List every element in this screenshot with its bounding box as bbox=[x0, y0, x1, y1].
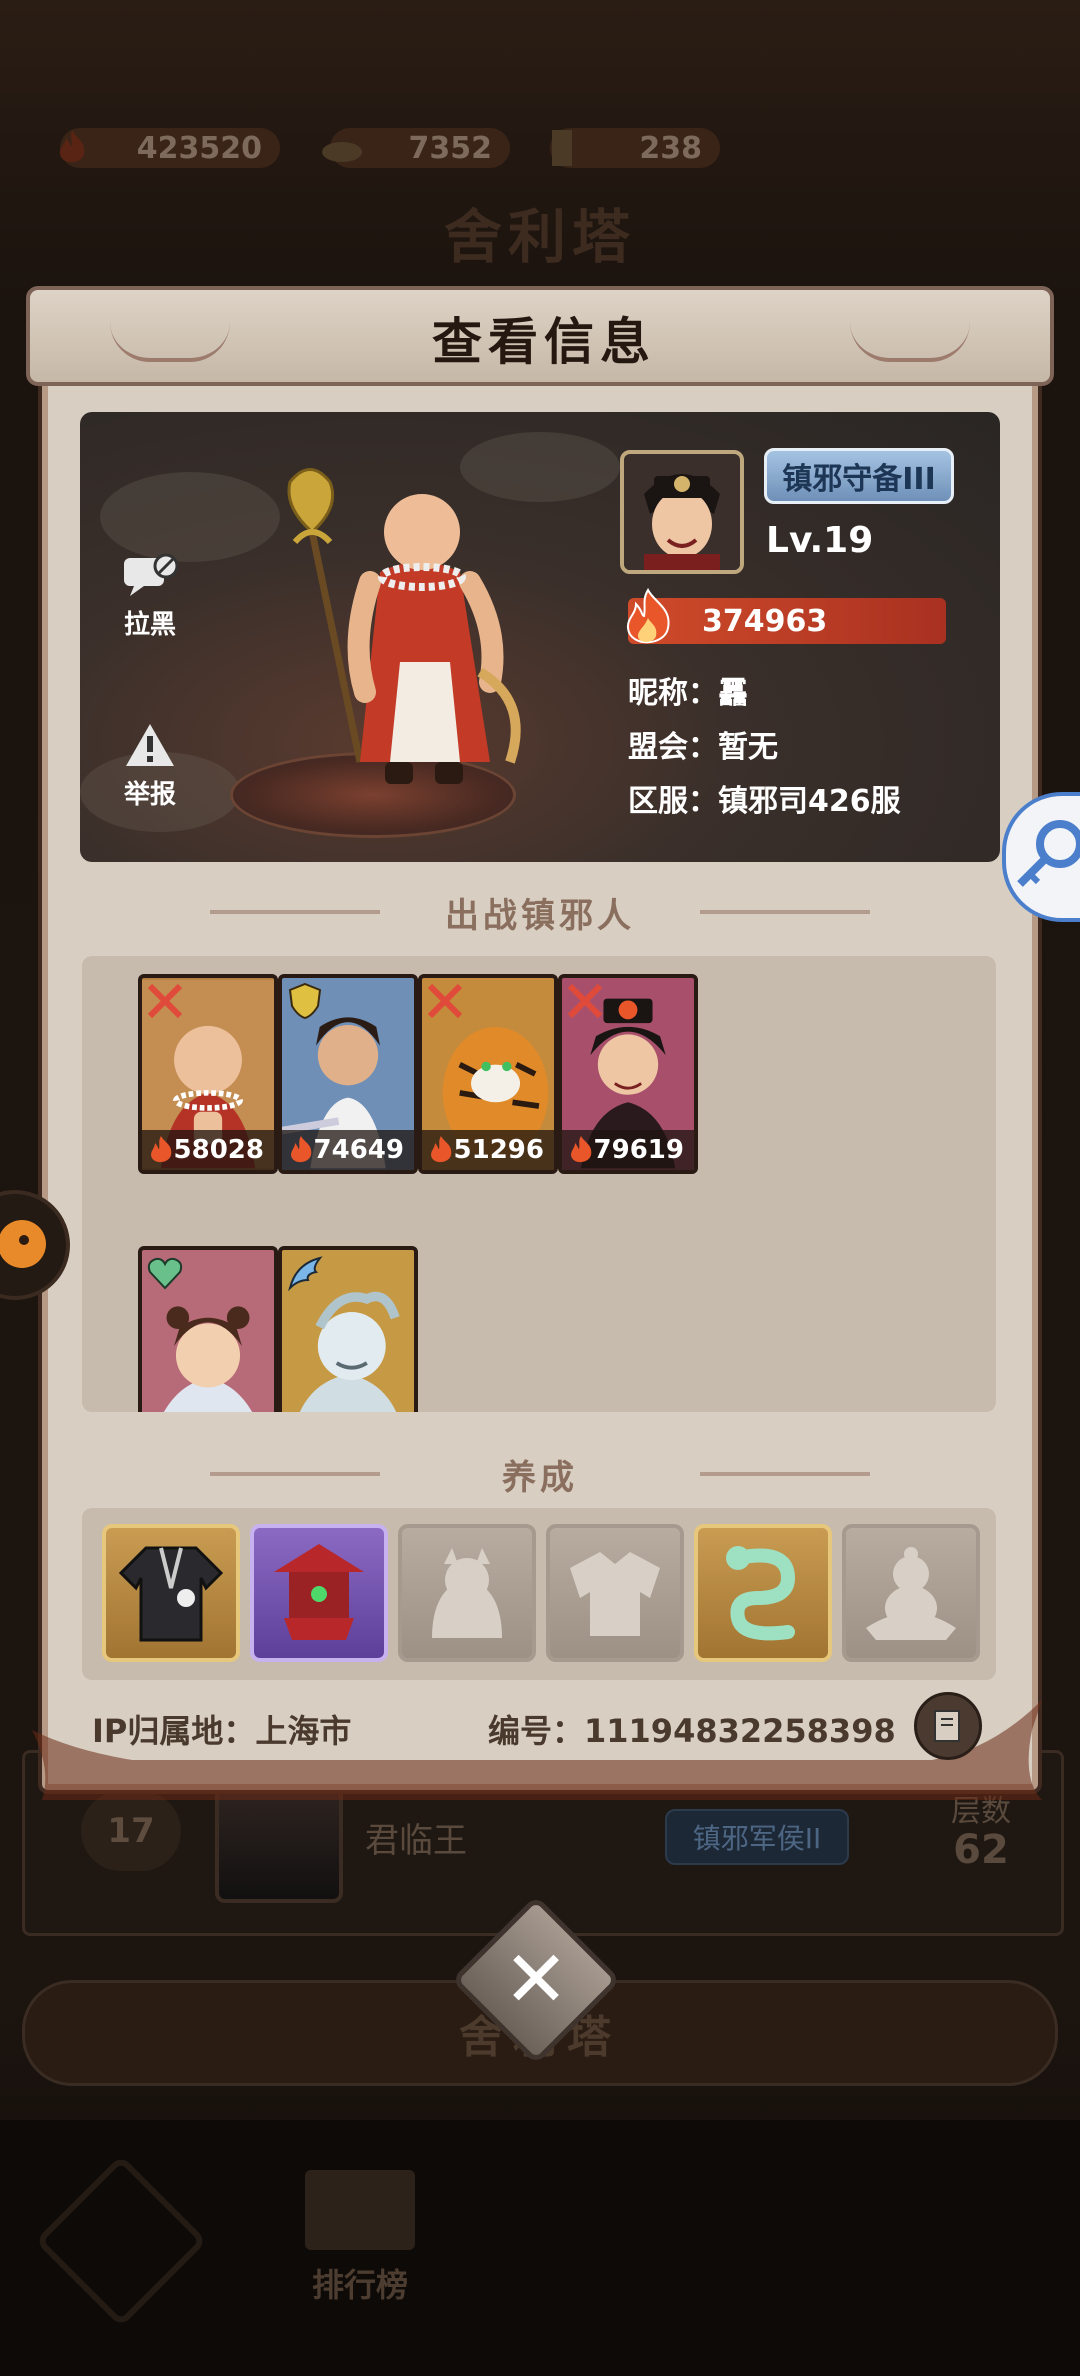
nickname-row: 昵称：靐 bbox=[628, 676, 748, 711]
cultivation-slot[interactable] bbox=[102, 1524, 240, 1662]
key-icon bbox=[1017, 820, 1080, 887]
warning-icon bbox=[122, 722, 178, 768]
flame-icon bbox=[431, 1136, 452, 1163]
layer-count: 层数 62 bbox=[951, 1794, 1011, 1873]
wing-icon bbox=[288, 1256, 323, 1292]
close-icon[interactable]: ✕ bbox=[476, 1920, 596, 2040]
hero-power: 74649 bbox=[282, 1130, 414, 1170]
crossed-swords-icon bbox=[567, 983, 603, 1019]
cultivation-section-title: 养成 bbox=[0, 1450, 1080, 1499]
crossed-swords-icon bbox=[427, 983, 463, 1019]
nickname-value: 靐 bbox=[718, 676, 748, 711]
dialog-header: 查看信息 bbox=[26, 286, 1054, 386]
cultivation-panel bbox=[82, 1508, 996, 1680]
flame-icon bbox=[626, 588, 670, 644]
server-value: 镇邪司426服 bbox=[718, 784, 901, 819]
hero-card[interactable]: 58028 bbox=[138, 974, 278, 1174]
block-icon bbox=[122, 552, 178, 598]
ingot-icon bbox=[322, 142, 362, 162]
hero-power: 51296 bbox=[422, 1130, 554, 1170]
pet-icon bbox=[0, 1220, 46, 1268]
hero-card[interactable] bbox=[138, 1246, 278, 1412]
rank-title-badge: 镇邪守备III bbox=[764, 448, 954, 504]
beast-icon bbox=[432, 1548, 502, 1638]
ip-location: IP归属地：上海市 bbox=[92, 1712, 352, 1750]
player-avatar[interactable] bbox=[620, 450, 744, 574]
copy-icon bbox=[934, 1710, 960, 1742]
crossed-swords-icon bbox=[147, 983, 183, 1019]
cultivation-slot[interactable] bbox=[250, 1524, 388, 1662]
report-button[interactable]: 举报 bbox=[108, 722, 192, 811]
cultivation-slot[interactable] bbox=[694, 1524, 832, 1662]
server-row: 区服：镇邪司426服 bbox=[628, 784, 901, 819]
hero-card[interactable]: 79619 bbox=[558, 974, 698, 1174]
key-float-button[interactable] bbox=[1002, 792, 1080, 922]
flame-icon bbox=[151, 1136, 172, 1163]
talisman-icon bbox=[552, 130, 572, 166]
buddha-icon bbox=[866, 1547, 956, 1640]
guild-value: 暂无 bbox=[718, 730, 778, 765]
rank-title-badge: 镇邪军侯II bbox=[665, 1809, 849, 1865]
resource-bar: 423520 7352 238 bbox=[0, 125, 1080, 175]
player-level: Lv.19 bbox=[766, 520, 874, 561]
flame-icon bbox=[291, 1136, 312, 1163]
dialog-title: 查看信息 bbox=[432, 313, 656, 371]
shield-icon bbox=[288, 982, 322, 1020]
block-button[interactable]: 拉黑 bbox=[108, 552, 192, 641]
profile-banner: 拉黑 举报 镇邪守备III Lv.19 374963 昵称：靐 盟会：暂无 区服… bbox=[80, 412, 1000, 862]
armor-icon bbox=[570, 1552, 660, 1636]
hero-power: 79619 bbox=[562, 1130, 694, 1170]
flame-icon bbox=[571, 1136, 592, 1163]
monk-character-art bbox=[287, 468, 521, 784]
avatar bbox=[215, 1785, 343, 1903]
heart-icon bbox=[147, 1257, 183, 1290]
guild-row: 盟会：暂无 bbox=[628, 730, 778, 765]
copy-id-button[interactable] bbox=[914, 1692, 982, 1760]
resource-flame: 423520 bbox=[59, 125, 280, 171]
robe-icon bbox=[118, 1546, 224, 1642]
cultivation-slot[interactable] bbox=[842, 1524, 980, 1662]
player-name: 君临王 bbox=[365, 1821, 467, 1861]
dragon-jade-icon bbox=[726, 1546, 796, 1641]
cultivation-slot[interactable] bbox=[398, 1524, 536, 1662]
nav-item-ranking: 排行榜 bbox=[300, 2170, 420, 2304]
hero-power: 58028 bbox=[142, 1130, 274, 1170]
heroes-section-title: 出战镇邪人 bbox=[0, 888, 1080, 937]
hero-card[interactable] bbox=[278, 1246, 418, 1412]
background-title: 舍利塔 bbox=[443, 203, 636, 271]
hero-card[interactable]: 74649 bbox=[278, 974, 418, 1174]
hero-card[interactable]: 51296 bbox=[418, 974, 558, 1174]
cultivation-slot[interactable] bbox=[546, 1524, 684, 1662]
player-id: 编号：11194832258398 bbox=[488, 1712, 896, 1750]
heroes-panel: 58028 74649 51296 79619 bbox=[82, 956, 996, 1412]
ranking-icon bbox=[305, 2170, 415, 2250]
resource-talisman: 238 bbox=[550, 125, 720, 171]
flame-icon bbox=[59, 130, 85, 163]
pavilion-icon bbox=[274, 1544, 364, 1640]
resource-ingot: 7352 bbox=[322, 125, 510, 171]
combat-power-bar: 374963 bbox=[626, 588, 946, 644]
ranking-number: 17 bbox=[81, 1791, 181, 1871]
